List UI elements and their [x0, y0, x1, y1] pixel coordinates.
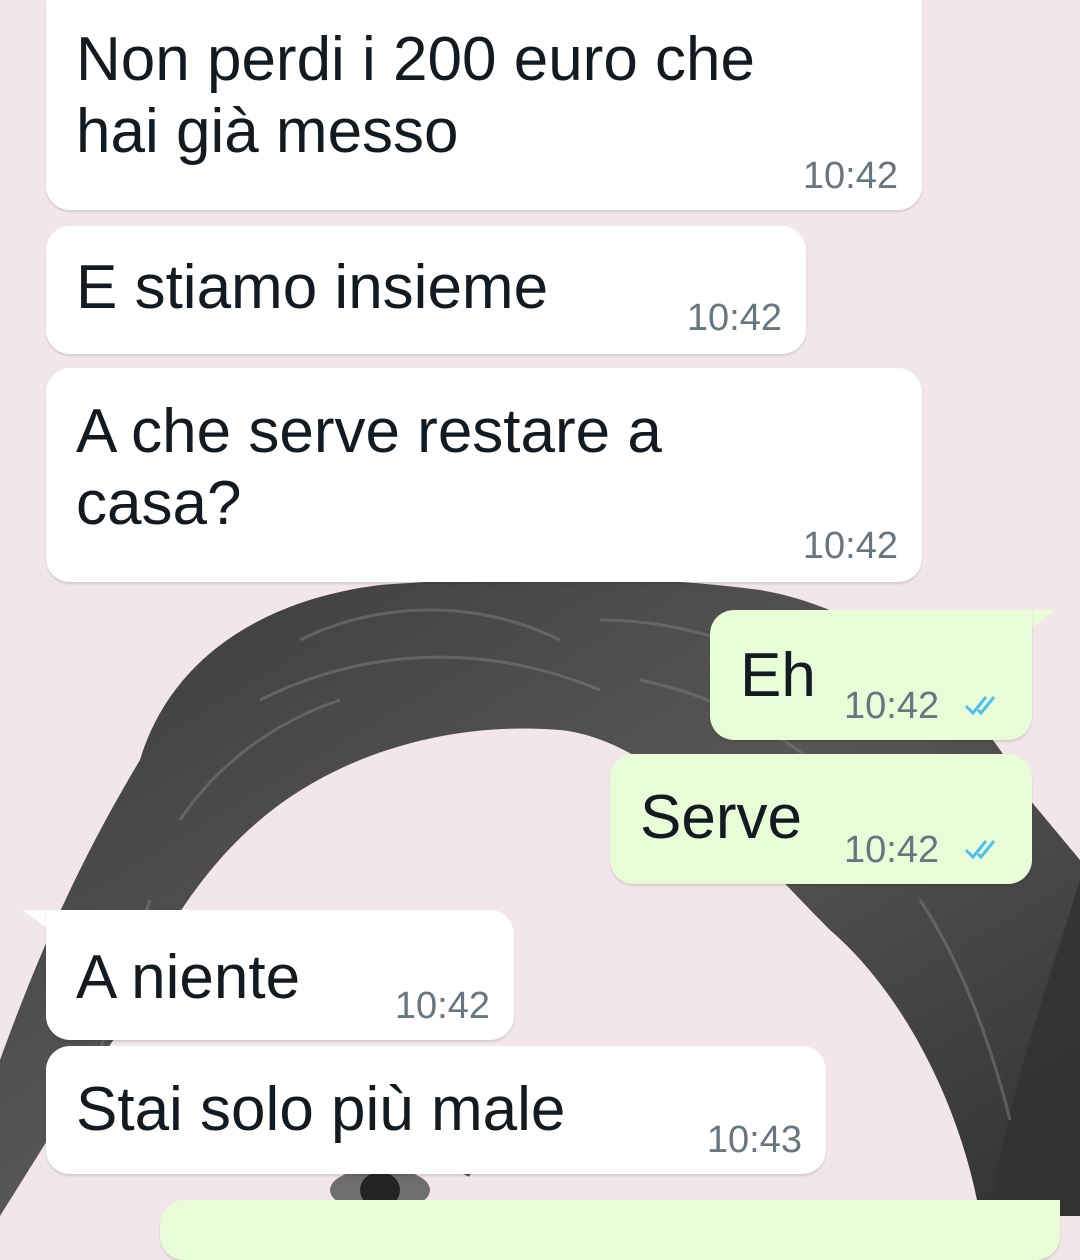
message-text: E stiamo insieme [76, 253, 549, 322]
message-bubble-incoming[interactable]: A niente 10:42 [46, 910, 514, 1040]
message-text: Stai solo più male [76, 1075, 566, 1144]
message-timestamp: 10:43 [706, 1119, 802, 1161]
message-timestamp: 10:42 [686, 297, 782, 339]
message-bubble-incoming[interactable]: Stai solo più male 10:43 [46, 1046, 826, 1174]
message-bubble-incoming[interactable]: E stiamo insieme 10:42 [46, 226, 806, 354]
message-bubble-incoming[interactable]: Non perdi i 200 euro che hai già messo 1… [46, 0, 922, 210]
message-bubble-outgoing-partial[interactable] [160, 1200, 1060, 1260]
message-bubble-outgoing[interactable]: Serve 10:42 [610, 754, 1032, 884]
message-text: Serve [640, 783, 802, 852]
message-timestamp: 10:42 [802, 525, 898, 567]
double-check-read-icon [964, 840, 996, 860]
message-text: A niente [76, 943, 301, 1012]
message-timestamp: 10:42 [844, 685, 940, 727]
message-timestamp: 10:42 [802, 155, 898, 197]
message-timestamp: 10:42 [394, 985, 490, 1027]
message-text: A che serve restare a casa? [76, 397, 662, 538]
message-text: Eh [740, 641, 816, 710]
double-check-read-icon [964, 696, 996, 716]
message-bubble-outgoing[interactable]: Eh 10:42 [710, 610, 1032, 740]
message-bubble-incoming[interactable]: A che serve restare a casa? 10:42 [46, 368, 922, 582]
message-timestamp: 10:42 [844, 829, 940, 871]
message-text: Non perdi i 200 euro che hai già messo [76, 25, 756, 166]
